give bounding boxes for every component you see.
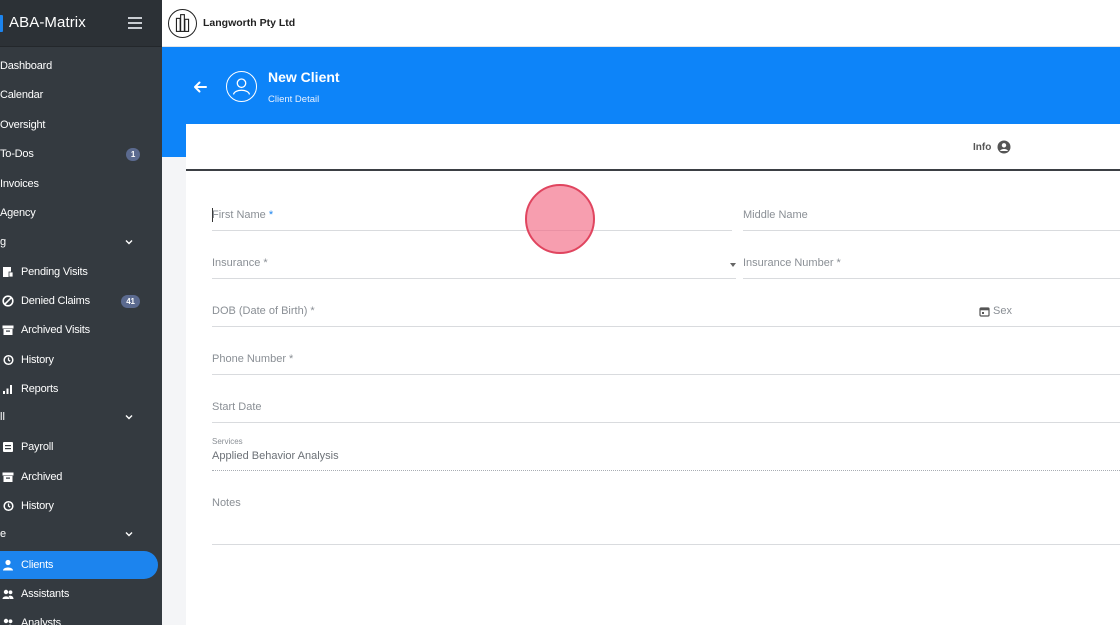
middle-name-placeholder: Middle Name	[743, 209, 808, 221]
sidebar-item-assistants[interactable]: Assistants	[0, 580, 162, 608]
first-name-field[interactable]: First Name *	[212, 205, 732, 231]
insurance-select[interactable]: Insurance *	[212, 253, 736, 279]
sidebar-group-label: ll	[0, 411, 5, 423]
chevron-down-icon	[125, 415, 133, 420]
sidebar-group-billing[interactable]: g	[0, 229, 162, 257]
start-date-placeholder: Start Date	[212, 401, 262, 413]
sidebar-item-label: Dashboard	[0, 60, 53, 72]
sidebar-item-calendar[interactable]: Calendar	[0, 81, 162, 109]
sidebar-item-label: Oversight	[0, 119, 46, 131]
sidebar-group-people[interactable]: e	[0, 521, 162, 549]
chart-icon	[3, 385, 12, 394]
archive-icon	[2, 472, 14, 482]
users-icon	[2, 589, 14, 599]
sidebar-item-label: History	[21, 500, 54, 512]
sidebar-item-label: Reports	[21, 383, 59, 395]
client-avatar-icon	[226, 71, 257, 102]
notes-field[interactable]: Notes	[212, 493, 1120, 545]
insurance-number-field[interactable]: Insurance Number *	[743, 253, 1120, 279]
phone-number-placeholder: Phone Number *	[212, 353, 294, 365]
start-date-field[interactable]: Start Date	[212, 397, 1120, 423]
calendar-icon[interactable]	[979, 306, 990, 317]
sidebar: ABA-Matrix Dashboard Calendar Oversight …	[0, 0, 162, 625]
user-icon	[3, 559, 13, 571]
ban-icon	[2, 295, 14, 307]
user-circle-icon	[997, 140, 1011, 154]
sidebar-item-label: Calendar	[0, 89, 44, 101]
sex-placeholder: Sex	[993, 305, 1012, 317]
sidebar-item-label: Archived Visits	[21, 324, 90, 336]
first-name-placeholder: First Name *	[212, 209, 274, 221]
archive-icon	[2, 325, 14, 335]
sidebar-item-label: Assistants	[21, 588, 70, 600]
sidebar-item-analysts[interactable]: Analysts	[0, 609, 162, 625]
insurance-number-placeholder: Insurance Number *	[743, 257, 841, 269]
todos-count-badge: 1	[126, 147, 140, 161]
sidebar-item-clients[interactable]: Clients	[0, 551, 158, 579]
chevron-down-icon	[125, 532, 133, 537]
sidebar-item-oversight[interactable]: Oversight	[0, 111, 162, 139]
users-icon	[3, 618, 13, 625]
page-title: New Client	[268, 69, 340, 85]
sidebar-item-label: Clients	[21, 559, 54, 571]
menu-toggle-icon[interactable]	[128, 17, 142, 29]
sex-field[interactable]: Sex	[979, 301, 1120, 327]
sidebar-item-payroll[interactable]: Payroll	[0, 433, 162, 461]
sidebar-item-label: Payroll	[21, 441, 54, 453]
brand-name: ABA-Matrix	[9, 14, 86, 31]
company-logo-icon[interactable]	[168, 9, 197, 38]
sidebar-item-label: Denied Claims	[21, 295, 90, 307]
sidebar-item-label: Agency	[0, 207, 36, 219]
sidebar-item-label: Pending Visits	[21, 266, 88, 278]
sidebar-item-label: Archived	[21, 471, 63, 483]
tab-info-label: Info	[973, 141, 992, 153]
payroll-icon	[3, 442, 13, 452]
dropdown-arrow-icon	[730, 263, 736, 267]
sidebar-item-label: Analysts	[21, 617, 61, 625]
top-bar: Langworth Pty Ltd	[162, 0, 1120, 47]
page-subtitle: Client Detail	[268, 94, 320, 105]
sidebar-item-label: To-Dos	[0, 148, 34, 160]
history-icon	[3, 354, 14, 366]
notes-placeholder: Notes	[212, 497, 241, 509]
sidebar-item-todos[interactable]: To-Dos 1	[0, 140, 162, 168]
client-form-card: Info First Name * Middle Name Insurance …	[186, 124, 1120, 625]
sidebar-item-invoices[interactable]: Invoices	[0, 170, 162, 198]
insurance-placeholder: Insurance *	[212, 257, 268, 269]
document-icon	[3, 267, 14, 278]
sidebar-group-label: g	[0, 236, 7, 248]
sidebar-item-reports[interactable]: Reports	[0, 375, 162, 403]
sidebar-item-denied-claims[interactable]: Denied Claims 41	[0, 287, 162, 315]
company-name[interactable]: Langworth Pty Ltd	[203, 17, 295, 29]
sidebar-item-agency[interactable]: Agency	[0, 199, 162, 227]
sidebar-item-archived-visits[interactable]: Archived Visits	[0, 316, 162, 344]
tab-info[interactable]: Info	[973, 138, 1011, 156]
history-icon	[3, 500, 14, 512]
sidebar-item-payroll-history[interactable]: History	[0, 492, 162, 520]
denied-claims-count-badge: 41	[121, 294, 140, 308]
sidebar-item-dashboard[interactable]: Dashboard	[0, 52, 162, 80]
middle-name-field[interactable]: Middle Name	[743, 205, 1120, 231]
sidebar-brand: ABA-Matrix	[0, 0, 162, 47]
sidebar-item-archived[interactable]: Archived	[0, 463, 162, 491]
sidebar-group-label: e	[0, 528, 7, 540]
chevron-down-icon	[125, 240, 133, 245]
dob-field[interactable]: DOB (Date of Birth) *	[212, 301, 998, 327]
back-arrow-icon[interactable]	[192, 79, 208, 95]
card-tabs: Info	[186, 124, 1120, 171]
sidebar-item-history[interactable]: History	[0, 346, 162, 374]
sidebar-group-payroll[interactable]: ll	[0, 404, 162, 432]
phone-number-field[interactable]: Phone Number *	[212, 349, 1120, 375]
brand-logo-icon	[0, 15, 3, 32]
services-value: Applied Behavior Analysis	[212, 450, 339, 462]
sidebar-item-label: Invoices	[0, 178, 39, 190]
sidebar-item-label: History	[21, 354, 54, 366]
services-field[interactable]: Applied Behavior Analysis	[212, 445, 1120, 471]
dob-placeholder: DOB (Date of Birth) *	[212, 305, 315, 317]
sidebar-item-pending-visits[interactable]: Pending Visits	[0, 258, 162, 286]
